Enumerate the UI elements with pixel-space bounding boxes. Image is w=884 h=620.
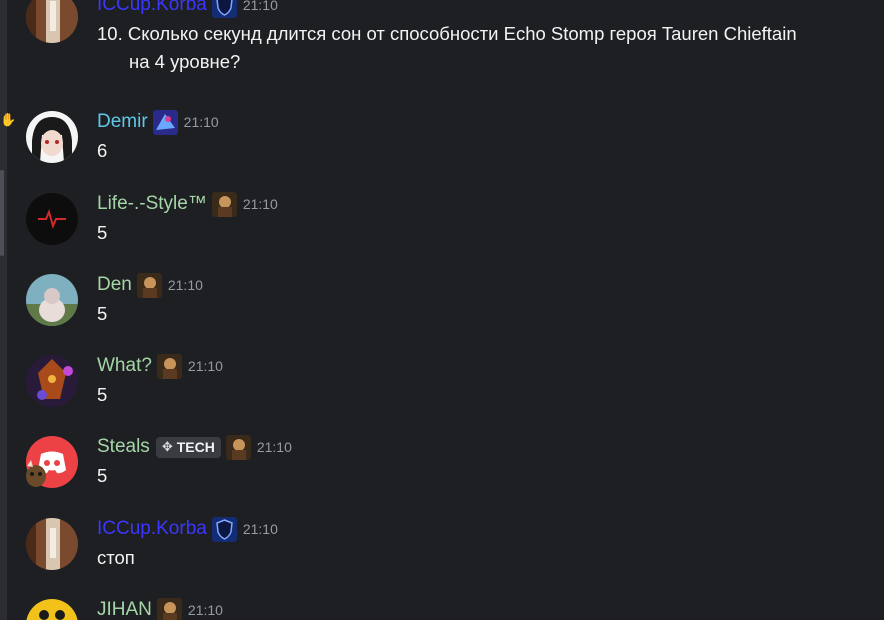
- avatar[interactable]: [26, 193, 78, 245]
- username[interactable]: ICCup.Korba: [97, 518, 207, 540]
- hero-badge-icon[interactable]: [136, 272, 162, 298]
- message-text: 6: [97, 140, 108, 161]
- hand-icon: ✋: [0, 112, 17, 127]
- message-text-continuation: на 4 уровне?: [129, 51, 241, 72]
- move-icon: ✥: [161, 439, 173, 454]
- shield-badge-icon[interactable]: [211, 516, 237, 542]
- username[interactable]: ICCup.Korba: [97, 0, 207, 16]
- message-header: ICCup.Korba 21:10: [97, 516, 278, 542]
- message-text: стоп: [97, 547, 135, 568]
- username[interactable]: Life-.-Style™: [97, 193, 207, 215]
- username[interactable]: Den: [97, 274, 132, 296]
- timestamp: 21:10: [187, 358, 223, 374]
- message-header: ICCup.Korba 21:10: [97, 0, 278, 18]
- hero-badge-icon[interactable]: [225, 434, 251, 460]
- timestamp: 21:10: [167, 277, 203, 293]
- timestamp: 21:10: [242, 0, 278, 13]
- avatar[interactable]: [26, 274, 78, 326]
- timestamp: 21:10: [242, 521, 278, 537]
- username[interactable]: JIHAN: [97, 599, 152, 620]
- message-text: 5: [97, 303, 108, 324]
- username[interactable]: What?: [97, 355, 152, 377]
- username[interactable]: Demir: [97, 111, 148, 133]
- sidebar-edge: [0, 0, 7, 620]
- message-text: 5: [97, 465, 108, 486]
- list-number: 10.: [97, 23, 123, 44]
- server-tag[interactable]: ✥ TECH: [155, 436, 221, 458]
- username[interactable]: Steals: [97, 436, 150, 458]
- hero-badge-icon[interactable]: [156, 597, 182, 620]
- hero-badge-icon[interactable]: [152, 109, 178, 135]
- timestamp: 21:10: [183, 114, 219, 130]
- hero-badge-icon[interactable]: [156, 353, 182, 379]
- avatar[interactable]: [26, 518, 78, 570]
- message-header: Life-.-Style™ 21:10: [97, 191, 278, 217]
- message-header: What? 21:10: [97, 353, 223, 379]
- message-header: Den 21:10: [97, 272, 203, 298]
- timestamp: 21:10: [242, 196, 278, 212]
- avatar[interactable]: [26, 111, 78, 163]
- server-tag-label: TECH: [176, 439, 215, 455]
- message-text: 5: [97, 384, 108, 405]
- timestamp: 21:10: [256, 439, 292, 455]
- hero-badge-icon[interactable]: [211, 191, 237, 217]
- avatar[interactable]: [26, 599, 78, 620]
- avatar-decoration: [23, 458, 49, 488]
- message-feed: ICCup.Korba 21:10 10. Сколько секунд дли…: [7, 0, 884, 620]
- avatar[interactable]: [26, 355, 78, 407]
- avatar[interactable]: [26, 0, 78, 43]
- message-text: Сколько секунд длится сон от способности…: [127, 23, 797, 44]
- shield-badge-icon[interactable]: [211, 0, 237, 18]
- message-text: 5: [97, 222, 108, 243]
- message-header: Steals ✥ TECH 21:10: [97, 434, 292, 460]
- message-header: Demir 21:10: [97, 109, 219, 135]
- timestamp: 21:10: [187, 602, 223, 618]
- message-content: 10. Сколько секунд длится сон от способн…: [97, 20, 797, 76]
- scrollbar-thumb[interactable]: [0, 170, 4, 256]
- message-header: JIHAN 21:10: [97, 597, 223, 620]
